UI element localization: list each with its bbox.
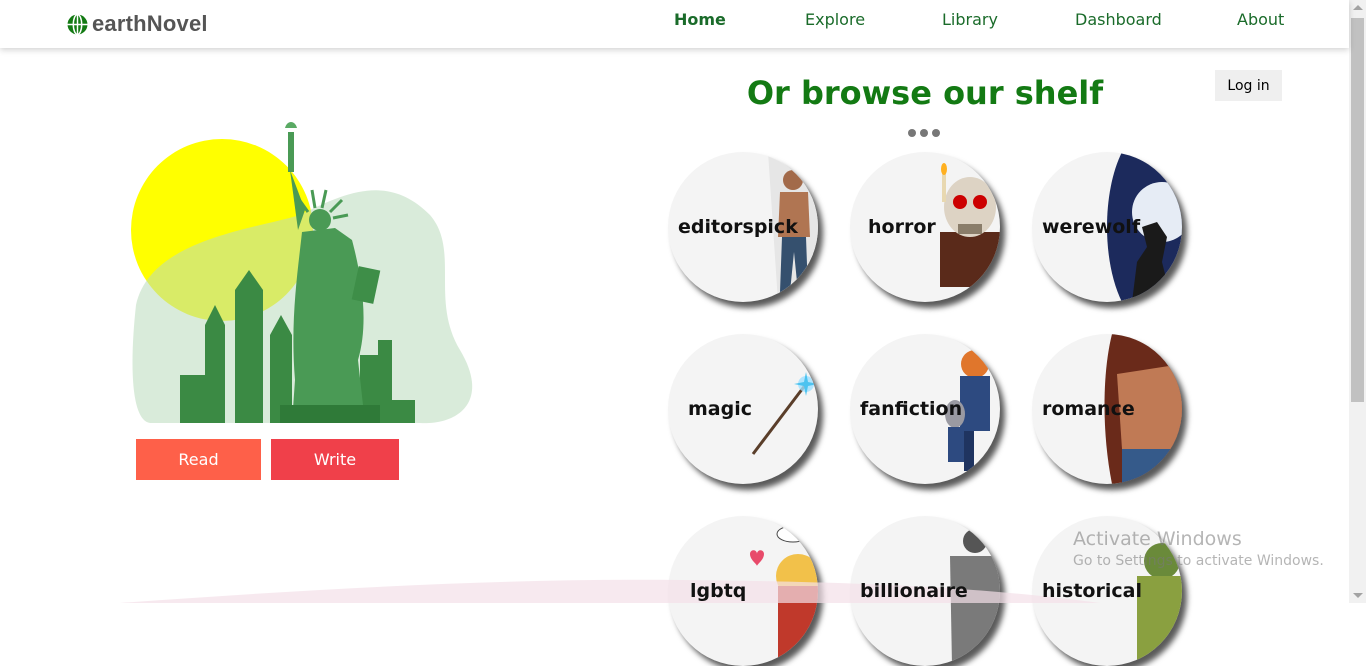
- scrollbar-thumb[interactable]: [1351, 18, 1364, 402]
- genre-label: magic: [688, 398, 752, 420]
- genre-label: horror: [868, 216, 936, 238]
- genre-editorspick[interactable]: editorspick: [668, 152, 818, 302]
- nav-explore[interactable]: Explore: [805, 10, 865, 29]
- nav-dashboard[interactable]: Dashboard: [1075, 10, 1162, 29]
- nav-home[interactable]: Home: [674, 10, 726, 29]
- nav-library[interactable]: Library: [942, 10, 998, 29]
- nav-about[interactable]: About: [1237, 10, 1284, 29]
- write-button[interactable]: Write: [271, 439, 399, 480]
- globe-icon: [67, 13, 88, 35]
- genre-label: billionaire: [860, 580, 968, 602]
- scroll-down-icon[interactable]: [1353, 593, 1363, 598]
- hero-illustration: [130, 120, 490, 430]
- genre-fanfiction[interactable]: fanfiction: [850, 334, 1000, 484]
- shelf-title: Or browse our shelf: [746, 74, 1104, 112]
- login-button[interactable]: Log in: [1215, 70, 1282, 101]
- genre-romance[interactable]: romance: [1032, 334, 1182, 484]
- genre-werewolf[interactable]: werewolf: [1032, 152, 1182, 302]
- read-button[interactable]: Read: [136, 439, 261, 480]
- genre-horror[interactable]: horror: [850, 152, 1000, 302]
- genre-label: romance: [1042, 398, 1135, 420]
- genre-label: lgbtq: [690, 580, 747, 602]
- windows-watermark-title: Activate Windows: [1073, 528, 1242, 550]
- genre-label: fanfiction: [860, 398, 963, 420]
- windows-watermark-subtitle: Go to Settings to activate Windows.: [1073, 553, 1324, 569]
- genre-label: editorspick: [678, 216, 798, 238]
- brand-logo[interactable]: earthNovel: [67, 11, 208, 37]
- scroll-up-icon[interactable]: [1353, 5, 1363, 10]
- genre-magic[interactable]: magic: [668, 334, 818, 484]
- more-dots-icon[interactable]: [908, 129, 940, 137]
- genre-label: historical: [1042, 580, 1142, 602]
- brand-name: earthNovel: [92, 11, 208, 36]
- top-navbar: earthNovel Home Explore Library Dashboar…: [0, 0, 1349, 48]
- genre-label: werewolf: [1042, 216, 1141, 238]
